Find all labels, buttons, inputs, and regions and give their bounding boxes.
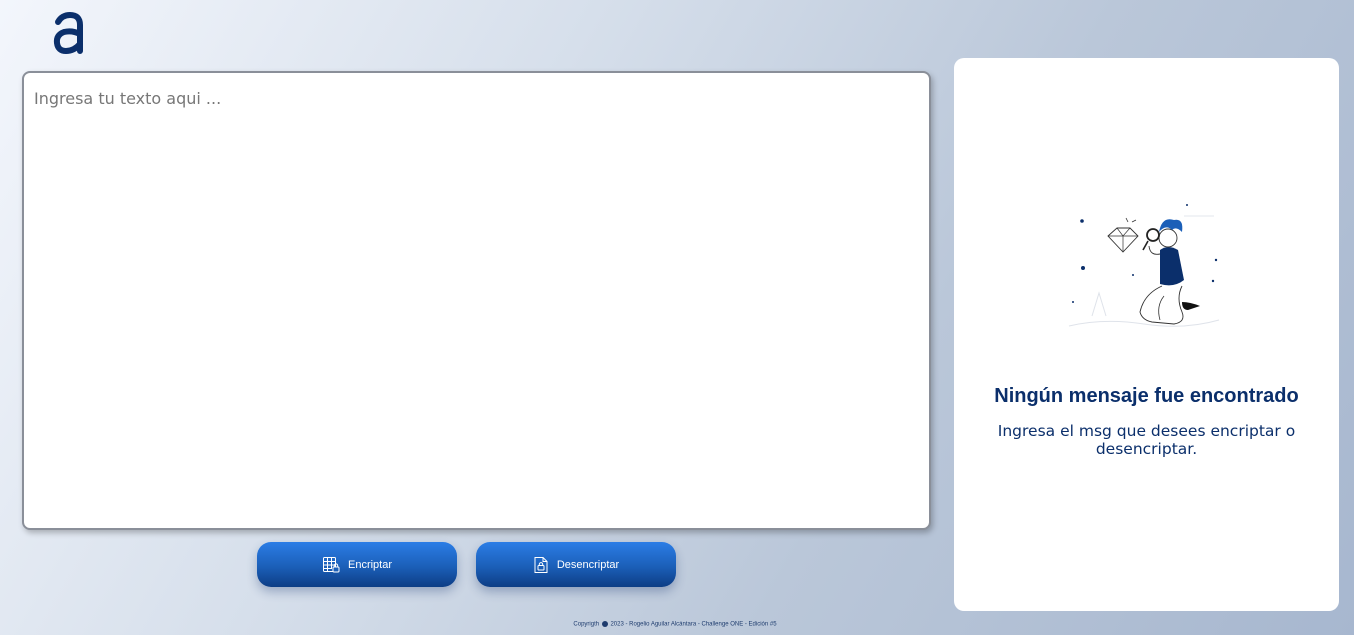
footer: Copyrigth 2023 - Rogelio Aguilar Alcánta…	[0, 621, 1350, 628]
encrypt-button-label: Encriptar	[347, 558, 393, 571]
decrypt-button-label: Desencriptar	[556, 558, 620, 571]
alura-a-logo-icon	[53, 11, 83, 55]
footer-text-after: 2023 - Rogelio Aguilar Alcántara - Chall…	[610, 621, 777, 628]
person-with-magnifier-illustration	[1064, 198, 1224, 348]
app-logo	[52, 11, 86, 55]
footer-text-before: Copyrigth	[573, 621, 600, 628]
message-input[interactable]	[24, 73, 929, 528]
file-lock-icon	[533, 556, 549, 574]
result-title: Ningún mensaje fue encontrado	[994, 385, 1299, 407]
result-text: Ingresa el msg que desees encriptar o de…	[997, 422, 1296, 458]
table-lock-icon	[322, 556, 340, 574]
decrypt-button[interactable]: Desencriptar	[476, 542, 676, 587]
encrypt-button[interactable]: Encriptar	[257, 542, 457, 587]
info-circle-icon	[601, 621, 608, 627]
result-panel: Ningún mensaje fue encontrado Ingresa el…	[954, 58, 1339, 611]
message-input-panel	[22, 71, 931, 530]
